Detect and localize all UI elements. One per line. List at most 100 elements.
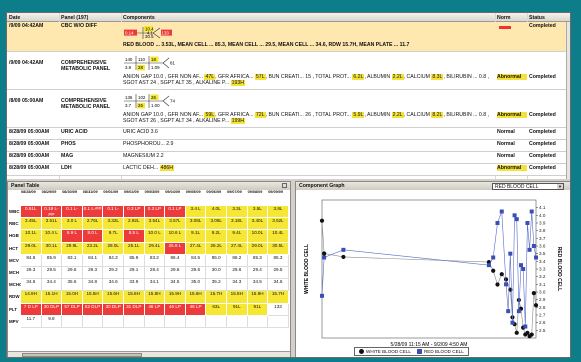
panel-cell[interactable]: 34.6: [21, 279, 42, 292]
panel-cell[interactable]: 3.08L: [185, 218, 207, 231]
panel-cell[interactable]: 29.5: [41, 267, 63, 280]
component-select[interactable]: RED BLOOD CELL ▼: [492, 183, 564, 190]
panel-cell[interactable]: 34.6: [268, 279, 289, 292]
panel-cell[interactable]: 29.6: [62, 267, 83, 280]
panel-cell[interactable]: 63L: [206, 303, 227, 316]
panel-cell[interactable]: 30 DLP: [41, 303, 63, 316]
panel-cell[interactable]: 3.54L: [144, 218, 166, 231]
panel-cell[interactable]: 8.5 L: [124, 230, 145, 243]
panel-cell[interactable]: 0.1 L-: [103, 206, 124, 219]
panel-cell[interactable]: 85.9: [41, 254, 63, 267]
panel-cell[interactable]: 15.9H: [165, 291, 186, 304]
panel-cell[interactable]: 9.7L: [103, 230, 124, 243]
panel-cell[interactable]: 29.2: [103, 267, 124, 280]
panel-cell[interactable]: 28.4: [144, 267, 166, 280]
panel-cell[interactable]: 86.2: [227, 254, 248, 267]
panel-cell[interactable]: [82, 315, 104, 328]
panel-cell[interactable]: 57 DLP: [62, 303, 83, 316]
panel-cell[interactable]: 15.6H: [103, 291, 124, 304]
panel-cell[interactable]: 29.0L: [247, 242, 269, 255]
panel-cell[interactable]: [62, 315, 83, 328]
panel-cell[interactable]: 29.3: [82, 267, 104, 280]
panel-cell[interactable]: 3.3L: [227, 206, 248, 219]
scroll-thumb[interactable]: [22, 353, 142, 357]
panel-cell[interactable]: 29.4: [247, 267, 269, 280]
panel-cell[interactable]: 10.4L: [268, 230, 289, 243]
panel-cell[interactable]: 33.9: [124, 279, 145, 292]
panel-cell[interactable]: 27.4L: [227, 242, 248, 255]
panel-cell[interactable]: 10.4 L: [41, 230, 63, 243]
panel-cell[interactable]: 29.3: [21, 267, 42, 280]
panel-cell[interactable]: 15.8H: [144, 291, 166, 304]
panel-cell[interactable]: 28.0L: [103, 242, 124, 255]
panel-cell[interactable]: 30 DLP: [103, 303, 124, 316]
result-row-cmp-2[interactable]: /8/09 05:00AM COMPREHENSIVE METABOLIC PA…: [7, 90, 570, 128]
panel-cell[interactable]: 0.1 LP: [165, 206, 186, 219]
panel-cell[interactable]: 9.4L: [227, 230, 248, 243]
panel-cell[interactable]: 35.2: [206, 279, 227, 292]
panel-cell[interactable]: 3.57L: [165, 218, 186, 231]
panel-cell[interactable]: 34.3: [227, 279, 248, 292]
panel-cell[interactable]: 4.0L: [206, 206, 227, 219]
result-row-cmp-1[interactable]: /9/09 04:42AM COMPREHENSIVE METABOLIC PA…: [7, 52, 570, 90]
panel-cell[interactable]: 9.1L: [185, 230, 207, 243]
panel-cell[interactable]: 9.2L: [206, 230, 227, 243]
panel-cell[interactable]: 0.51L: [21, 206, 42, 219]
panel-cell[interactable]: 35.0: [185, 279, 207, 292]
panel-cell[interactable]: [206, 315, 227, 328]
panel-cell[interactable]: 25.8 L: [165, 242, 186, 255]
panel-cell[interactable]: 29.5: [268, 267, 289, 280]
panel-cell[interactable]: 2.92L: [124, 218, 145, 231]
panel-cell[interactable]: 30.1L: [41, 242, 63, 255]
panel-cell[interactable]: 11.7: [21, 315, 42, 328]
header-components[interactable]: Components: [123, 15, 155, 21]
results-scrollbar[interactable]: [566, 22, 570, 179]
panel-cell[interactable]: 0.1 L-PP: [82, 206, 104, 219]
panel-cell[interactable]: 15.1H: [41, 291, 63, 304]
panel-cell[interactable]: 133: [268, 303, 289, 316]
panel-cell[interactable]: 83.2: [144, 254, 166, 267]
panel-cell[interactable]: 15.8H: [227, 291, 248, 304]
panel-cell[interactable]: 15.7H: [206, 291, 227, 304]
panel-cell[interactable]: 8.0 L: [82, 230, 104, 243]
header-date[interactable]: Date: [9, 15, 20, 21]
panel-cell[interactable]: 3.18L: [227, 218, 248, 231]
panel-cell[interactable]: 85.3: [247, 254, 269, 267]
panel-cell[interactable]: 29.6: [185, 267, 207, 280]
panel-cell[interactable]: 10.0 L: [144, 230, 166, 243]
panel-cell[interactable]: 0.19 L-PP: [41, 206, 63, 219]
panel-cell[interactable]: 3.8L: [268, 206, 289, 219]
panel-cell[interactable]: 3.52L: [268, 218, 289, 231]
panel-cell[interactable]: 15.0H: [62, 291, 83, 304]
result-row-ldh[interactable]: 8/28/09 05:00AM LDH LACTIC DEH... 486H A…: [7, 164, 570, 176]
panel-cell[interactable]: 15.5H: [82, 291, 104, 304]
panel-cell[interactable]: 34.8: [82, 279, 104, 292]
panel-cell[interactable]: 84.5: [185, 254, 207, 267]
panel-cell[interactable]: 29.0L: [21, 242, 42, 255]
panel-cell[interactable]: 84.3: [103, 254, 124, 267]
panel-cell[interactable]: 91L: [227, 303, 248, 316]
header-panel[interactable]: Panel (197): [61, 15, 88, 21]
panel-table-hscrollbar[interactable]: [8, 351, 290, 357]
panel-cell[interactable]: 8.9 L: [62, 230, 83, 243]
panel-cell[interactable]: 46 LP: [144, 303, 166, 316]
panel-cell[interactable]: 10.1L: [21, 230, 42, 243]
panel-cell[interactable]: 3.51L: [41, 218, 63, 231]
panel-cell[interactable]: 3.08L: [206, 218, 227, 231]
header-status[interactable]: Status: [529, 15, 545, 21]
panel-cell[interactable]: 14.9H: [21, 291, 42, 304]
result-row-uric-acid[interactable]: 8/28/09 05:00AM URIC ACID URIC ACID 3.6 …: [7, 128, 570, 140]
panel-cell[interactable]: 3.0 L: [62, 218, 83, 231]
panel-cell[interactable]: [227, 315, 248, 328]
panel-cell[interactable]: 31 DLP: [124, 303, 145, 316]
panel-cell[interactable]: 35.6: [62, 279, 83, 292]
panel-cell[interactable]: 2.76L: [82, 218, 104, 231]
panel-cell[interactable]: 30.0: [206, 267, 227, 280]
panel-cell[interactable]: 86.4: [165, 254, 186, 267]
panel-cell[interactable]: 3.5L: [247, 206, 269, 219]
panel-cell[interactable]: 46 LP: [165, 303, 186, 316]
panel-cell[interactable]: [165, 315, 186, 328]
panel-cell[interactable]: 23.2L: [82, 242, 104, 255]
panel-cell[interactable]: 91L: [247, 303, 269, 316]
panel-cell[interactable]: 34.6: [103, 279, 124, 292]
